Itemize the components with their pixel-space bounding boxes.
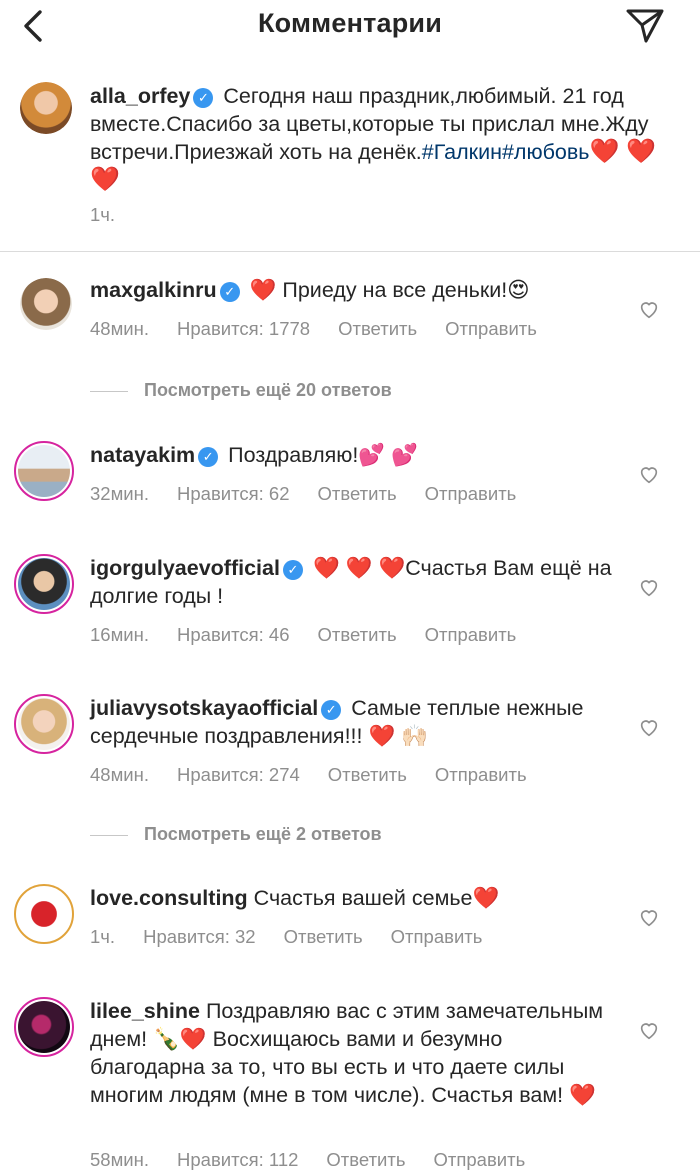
send-button[interactable]: Отправить [435,764,527,785]
avatar[interactable] [14,997,74,1057]
page-title: Комментарии [257,8,442,38]
comment-meta: 58мин. Нравится: 112 Ответить Отправить [90,1149,526,1170]
heart-outline-icon[interactable] [638,716,660,738]
comment-username[interactable]: lilee_shine [90,999,200,1023]
reply-button[interactable]: Ответить [326,1149,405,1170]
likes-count[interactable]: Нравится: 46 [177,624,290,645]
avatar[interactable] [20,278,72,330]
reply-button[interactable]: Ответить [318,624,397,645]
send-button[interactable]: Отправить [425,483,517,504]
comment-username[interactable]: maxgalkinru [90,278,217,302]
comment-meta: 32мин. Нравится: 62 Ответить Отправить [90,483,517,504]
send-button[interactable]: Отправить [425,624,517,645]
comment-meta: 48мин. Нравится: 1778 Ответить Отправить [90,318,537,339]
comment-text: juliavysotskayaofficial ✓ Самые теплые не… [90,696,584,748]
reply-button[interactable]: Ответить [338,318,417,339]
comment-meta: 48мин. Нравится: 274 Ответить Отправить [90,764,527,785]
divider [0,251,700,252]
avatar[interactable] [14,884,74,944]
caption-meta: 1ч. [90,204,143,226]
hashtag-link[interactable]: #Галкин#любовь [422,140,590,164]
comment-username[interactable]: igorgulyaevofficial [90,556,280,580]
caption-text: alla_orfey ✓ Сегодня наш праздник,любимый… [90,84,656,193]
comment-meta: 1ч. Нравится: 32 Ответить Отправить [90,926,483,947]
comment-username[interactable]: love.consulting [90,886,248,910]
likes-count[interactable]: Нравится: 1778 [177,318,310,339]
likes-count[interactable]: Нравится: 274 [177,764,300,785]
heart-outline-icon[interactable] [638,576,660,598]
caption-username[interactable]: alla_orfey [90,84,190,108]
comment-meta: 16мин. Нравится: 46 Ответить Отправить [90,624,517,645]
caption-time: 1ч. [90,204,116,225]
reply-button[interactable]: Ответить [318,483,397,504]
comment-text: love.consulting Счастья вашей семье❤️ [90,886,500,910]
comment-username[interactable]: juliavysotskayaofficial [90,696,318,720]
reply-button[interactable]: Ответить [284,926,363,947]
verified-badge-icon: ✓ [321,700,342,720]
send-button[interactable]: Отправить [445,318,537,339]
likes-count[interactable]: Нравится: 62 [177,483,290,504]
comment-text: maxgalkinru ✓ ❤️ Приеду на все деньки!😍 [90,278,530,302]
verified-badge-icon: ✓ [219,282,240,302]
comment-text: lilee_shine Поздравляю вас с этим замеча… [90,999,604,1107]
verified-badge-icon: ✓ [193,88,214,108]
heart-outline-icon[interactable] [638,463,660,485]
view-more-replies[interactable]: Посмотреть ещё 2 ответов [90,824,382,845]
verified-badge-icon: ✓ [282,560,303,580]
verified-badge-icon: ✓ [198,447,219,467]
avatar[interactable] [14,554,74,614]
comment-username[interactable]: natayakim [90,443,195,467]
reply-button[interactable]: Ответить [328,764,407,785]
avatar[interactable] [20,82,72,134]
heart-outline-icon[interactable] [638,298,660,320]
heart-outline-icon[interactable] [638,1019,660,1041]
send-button[interactable]: Отправить [391,926,483,947]
avatar[interactable] [14,694,74,754]
direct-send-icon[interactable] [624,4,666,46]
comment-text: natayakim ✓ Поздравляю!💕 💕 [90,443,418,467]
comment-text: igorgulyaevofficial ✓ ❤️ ❤️ ❤️Счастья Вам… [90,556,612,608]
likes-count[interactable]: Нравится: 32 [143,926,256,947]
top-bar: Комментарии [0,0,700,52]
heart-outline-icon[interactable] [638,906,660,928]
likes-count[interactable]: Нравится: 112 [177,1149,298,1170]
send-button[interactable]: Отправить [434,1149,526,1170]
view-more-replies[interactable]: Посмотреть ещё 20 ответов [90,380,392,401]
avatar[interactable] [14,441,74,501]
